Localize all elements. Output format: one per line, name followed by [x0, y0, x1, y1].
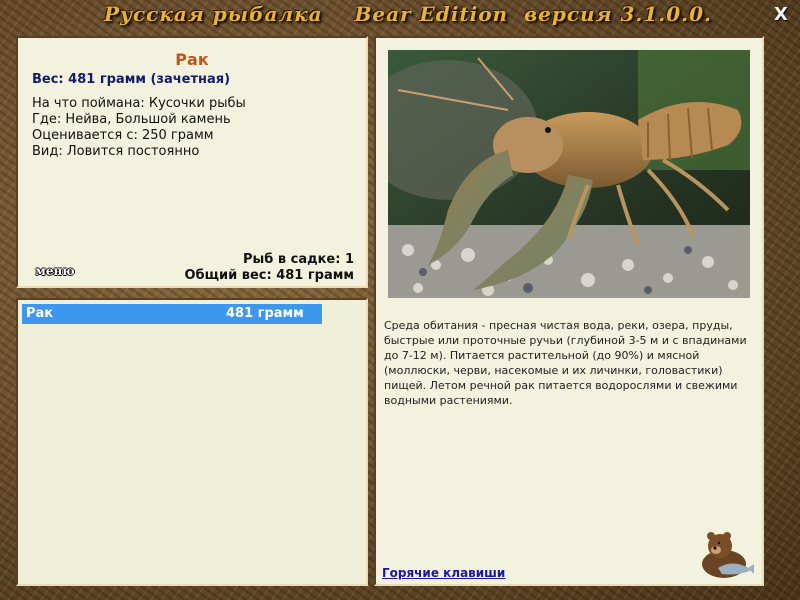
hotkeys-link[interactable]: Горячие клавиши — [382, 566, 505, 580]
menu-button[interactable]: меню — [26, 264, 84, 278]
close-button[interactable]: X — [770, 4, 792, 26]
list-item-name: Рак — [26, 306, 54, 321]
bait-detail: На что поймана: Кусочки рыбы — [32, 96, 246, 111]
list-item[interactable]: Рак 481 грамм — [22, 304, 322, 324]
keepnet-list: Рак 481 грамм — [16, 298, 368, 586]
fish-count: Рыб в садке: 1 — [242, 252, 354, 267]
species-panel: Среда обитания - пресная чистая вода, ре… — [374, 36, 764, 586]
species-detail: Вид: Ловится постоянно — [32, 144, 200, 159]
title-bar: Русская рыбалка Bear Edition версия 3.1.… — [0, 0, 800, 32]
crayfish-photo — [388, 50, 750, 298]
list-item-weight: 481 грамм — [226, 306, 304, 321]
catch-info-panel: Рак Вес: 481 грамм (зачетная) На что пой… — [16, 36, 368, 288]
species-description: Среда обитания - пресная чистая вода, ре… — [384, 319, 747, 407]
bear-logo-icon — [698, 528, 754, 580]
location-detail: Где: Нейва, Большой камень — [32, 112, 231, 127]
fish-weight: Вес: 481 грамм (зачетная) — [32, 72, 231, 87]
min-weight-detail: Оценивается с: 250 грамм — [32, 128, 214, 143]
fish-name: Рак — [175, 50, 209, 69]
total-weight: Общий вес: 481 грамм — [184, 268, 354, 283]
app-title: Русская рыбалка Bear Edition версия 3.1.… — [104, 2, 712, 26]
